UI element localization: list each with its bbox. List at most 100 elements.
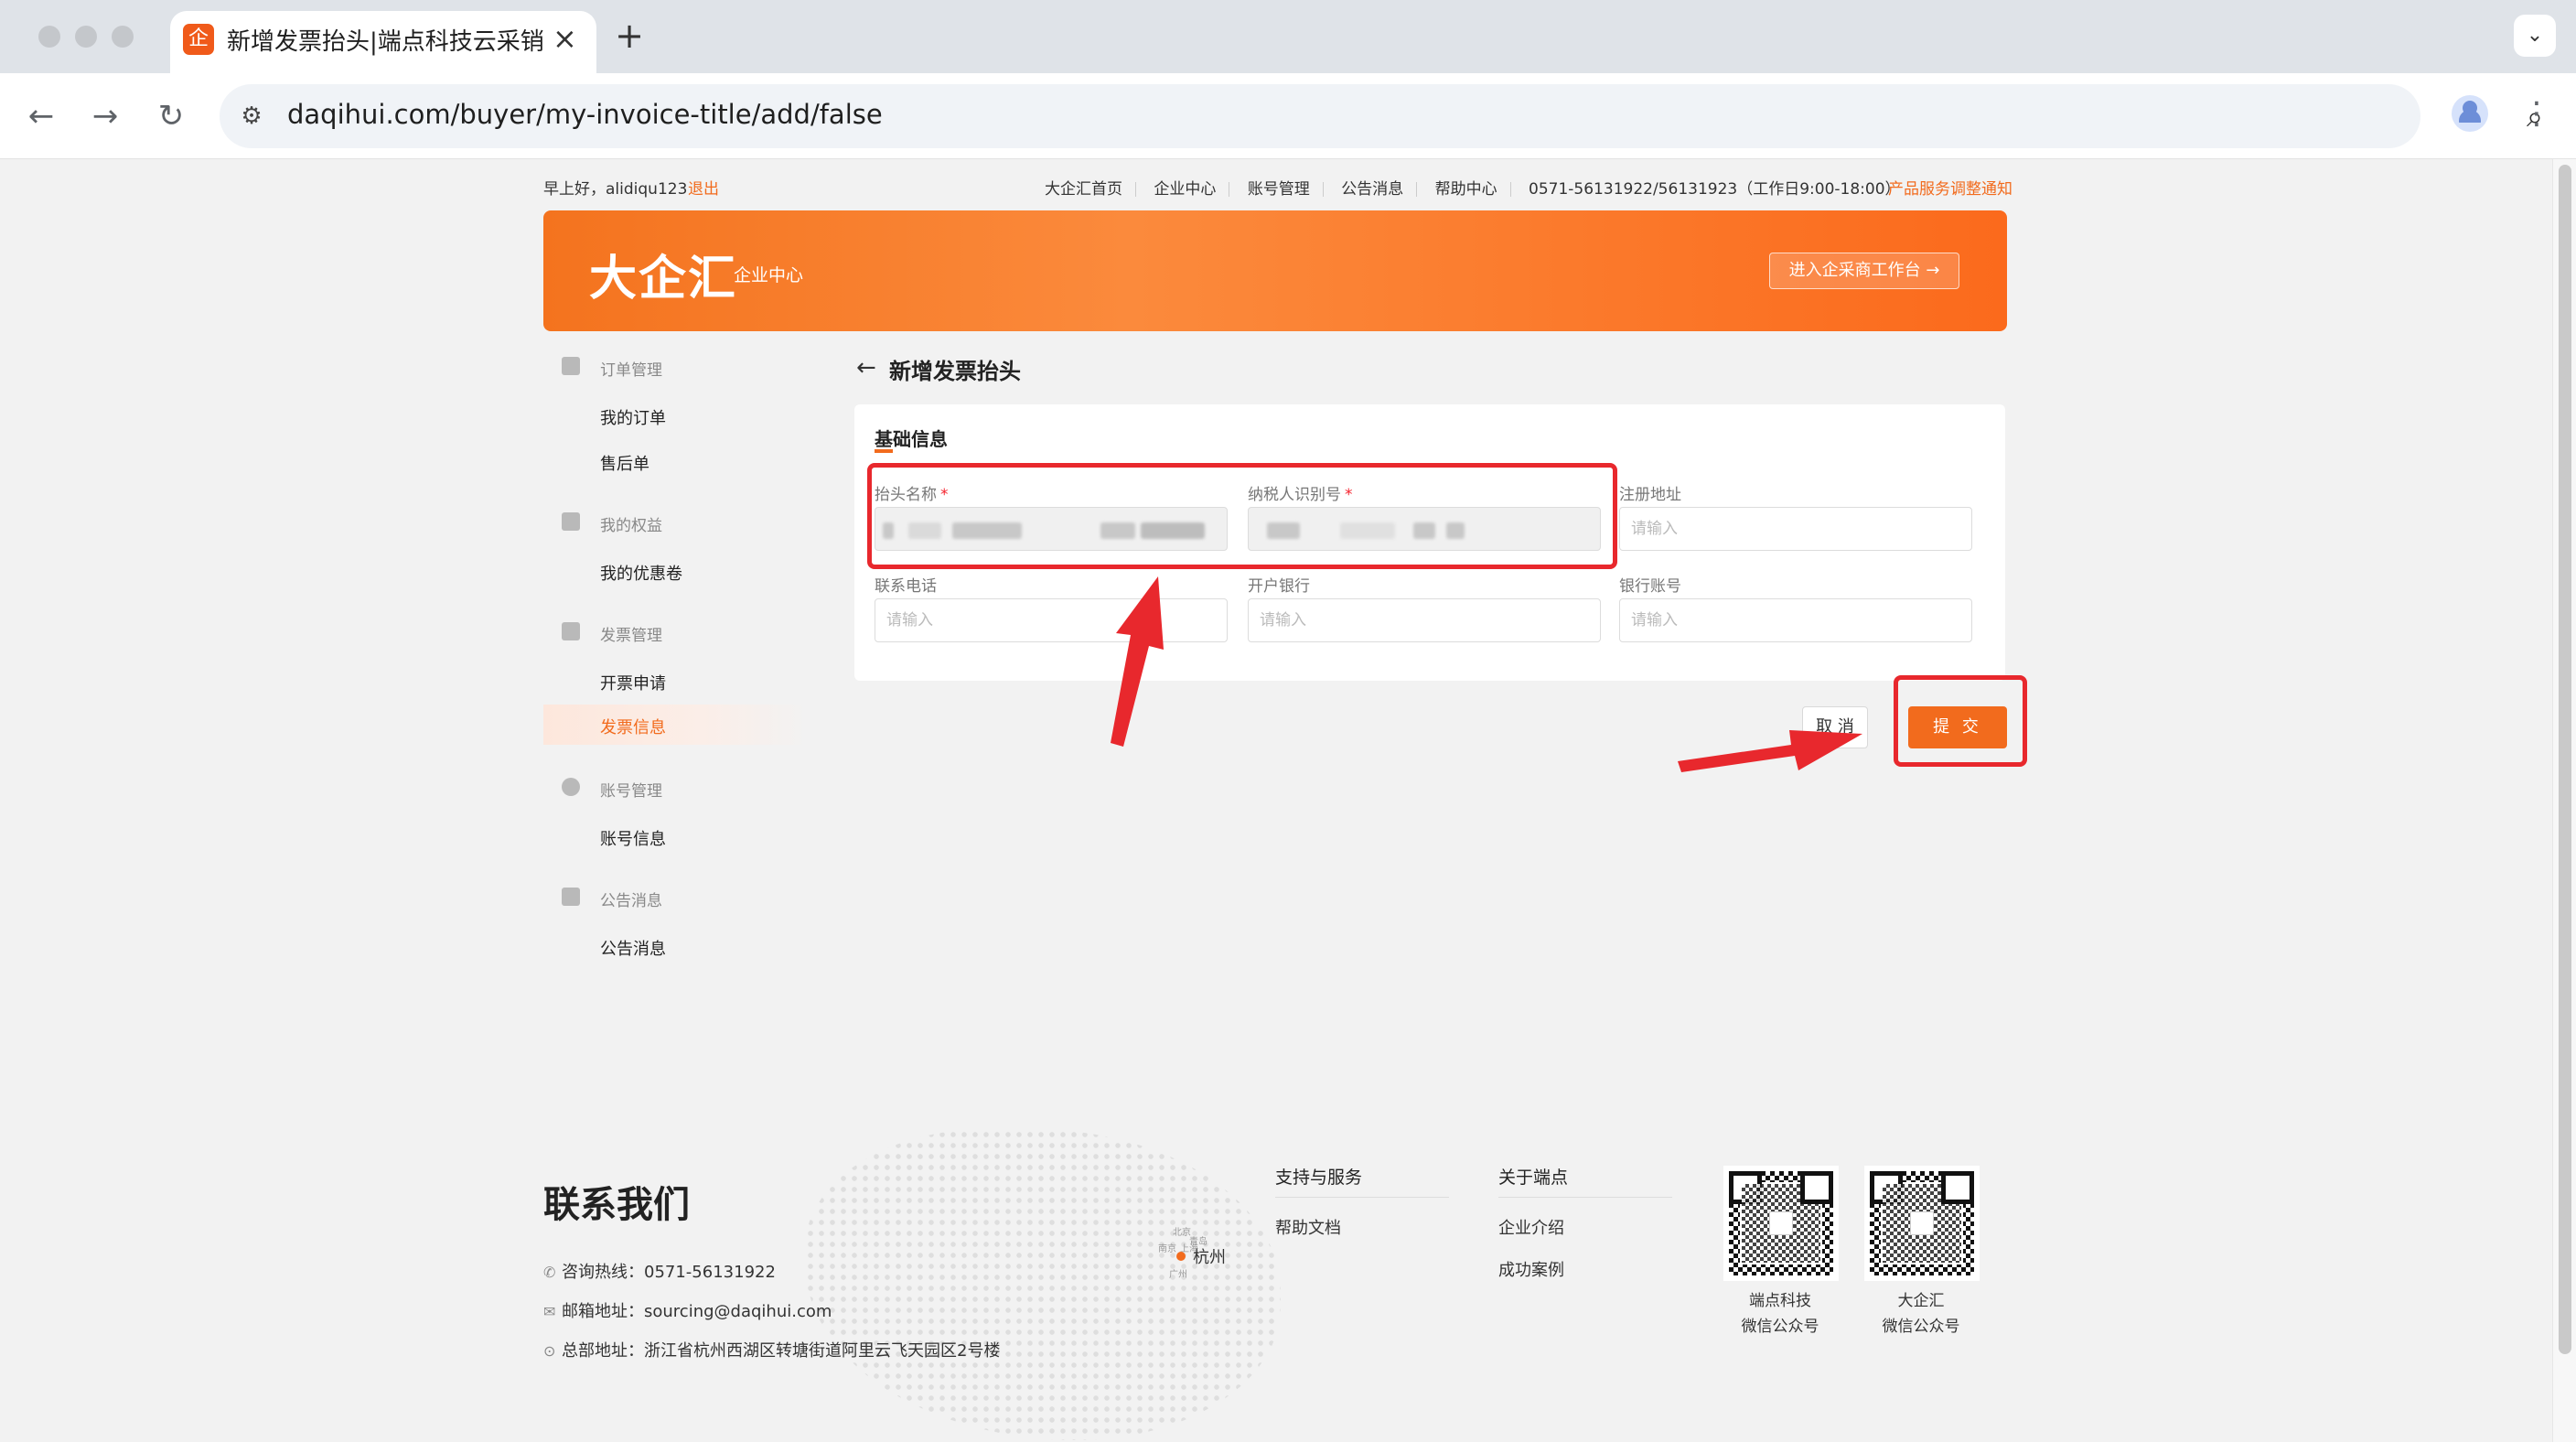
highlight-box-submit	[1894, 675, 2027, 767]
sidebar-group-label: 发票管理	[600, 627, 662, 645]
sidebar-group-invoices: 发票管理	[543, 613, 809, 650]
logout-link[interactable]: 退出	[688, 176, 719, 199]
brand-logo[interactable]: 大企汇	[589, 240, 737, 308]
top-link-notices[interactable]: 公告消息	[1341, 180, 1403, 199]
scrollbar-thumb[interactable]	[2559, 165, 2571, 1354]
browser-toolbar: ← → ↻ ⚙ daqihui.com/buyer/my-invoice-tit…	[0, 73, 2576, 159]
qr-code-duandian	[1723, 1166, 1839, 1281]
window-close-control[interactable]	[38, 26, 60, 48]
tab-search-chevron-icon[interactable]: ⌄	[2514, 15, 2556, 57]
page-title: 新增发票抬头	[889, 359, 1021, 384]
help-docs-link[interactable]: 帮助文档	[1275, 1215, 1341, 1239]
top-info-bar: 早上好，alidiqu123 退出 大企汇首页 企业中心 账号管理 公告消息 帮…	[543, 172, 2012, 199]
annotation-arrows	[1111, 576, 1862, 772]
contact-email: ✉ 邮箱地址：sourcing@daqihui.com	[543, 1302, 832, 1321]
sidebar-item-label: 公告消息	[600, 940, 666, 959]
window-minimize-control[interactable]	[75, 26, 97, 48]
sidebar-group-account: 账号管理	[543, 769, 809, 805]
enter-workbench-button[interactable]: 进入企采商工作台 →	[1769, 253, 1959, 289]
reg-address-label: 注册地址	[1619, 486, 1681, 504]
window-maximize-control[interactable]	[112, 26, 134, 48]
section-title: 基础信息	[875, 425, 948, 453]
sidebar-item-coupons[interactable]: 我的优惠卷	[543, 551, 809, 591]
bank-account-label: 银行账号	[1619, 577, 1681, 596]
sidebar-group-notices: 公告消息	[543, 878, 809, 915]
sidebar-item-after-sales[interactable]: 售后单	[543, 441, 809, 481]
url-text[interactable]: daqihui.com/buyer/my-invoice-title/add/f…	[287, 99, 883, 130]
enterprise-banner: 大企汇 企业中心 进入企采商工作台 →	[543, 210, 2007, 331]
qr-caption-duandian: 端点科技 微信公众号	[1741, 1292, 1819, 1336]
tab-title: 新增发票抬头|端点科技云采销	[227, 28, 544, 56]
top-link-help[interactable]: 帮助中心	[1435, 180, 1497, 199]
sidebar-group-benefits: 我的权益	[543, 503, 809, 540]
hangzhou-location-dot	[1176, 1252, 1186, 1261]
browser-tab-active[interactable]: 企 新增发票抬头|端点科技云采销 ×	[170, 11, 596, 73]
sidebar-item-label: 售后单	[600, 455, 649, 474]
sidebar-item-label: 我的优惠卷	[600, 565, 682, 584]
contact-hotline: ✆ 咨询热线：0571-56131922	[543, 1263, 776, 1282]
divider	[1275, 1197, 1449, 1198]
sidebar-group-label: 公告消息	[600, 892, 662, 910]
web-page: 早上好，alidiqu123 退出 大企汇首页 企业中心 账号管理 公告消息 帮…	[0, 159, 2552, 1442]
sidebar-item-invoice-request[interactable]: 开票申请	[543, 661, 809, 701]
contact-us-title: 联系我们	[543, 1184, 690, 1226]
top-hotline: 0571-56131922/56131923（工作日9:00-18:00）	[1529, 180, 1901, 199]
about-column-title: 关于端点	[1498, 1168, 1569, 1188]
address-bar[interactable]: ⚙ daqihui.com/buyer/my-invoice-title/add…	[220, 84, 2543, 148]
back-arrow-icon[interactable]: ←	[856, 353, 876, 382]
site-favicon-icon: 企	[183, 24, 214, 55]
map-city-label: 北京	[1173, 1228, 1191, 1238]
top-link-account[interactable]: 账号管理	[1248, 180, 1310, 199]
world-map-graphic	[805, 1129, 1281, 1440]
bank-input[interactable]	[1248, 598, 1601, 642]
user-icon	[562, 778, 580, 796]
sidebar-item-my-orders[interactable]: 我的订单	[543, 395, 809, 436]
cancel-button[interactable]: 取 消	[1802, 706, 1868, 748]
map-city-hangzhou: 杭州	[1193, 1248, 1226, 1267]
service-notice-link[interactable]: 产品服务调整通知	[1888, 176, 2012, 199]
site-info-icon[interactable]: ⚙	[236, 101, 267, 132]
reg-address-input[interactable]	[1619, 507, 1972, 551]
sidebar-item-label: 我的订单	[600, 409, 666, 428]
new-tab-icon[interactable]: +	[609, 16, 649, 57]
top-link-enterprise[interactable]: 企业中心	[1154, 180, 1216, 199]
profile-avatar-icon[interactable]	[2452, 95, 2488, 132]
bank-account-input[interactable]	[1619, 598, 1972, 642]
greeting-text: 早上好，alidiqu123	[543, 180, 688, 199]
forward-arrow-icon[interactable]: →	[82, 93, 128, 139]
order-icon	[562, 357, 580, 375]
highlight-box-required-fields	[867, 463, 1617, 569]
top-links: 大企汇首页 企业中心 账号管理 公告消息 帮助中心 0571-56131922/…	[1045, 176, 1901, 199]
map-city-label: 广州	[1169, 1270, 1187, 1280]
sidebar-group-label: 我的权益	[600, 517, 662, 535]
invoice-icon	[562, 622, 580, 640]
sidebar-item-invoice-info[interactable]: 发票信息	[543, 705, 809, 745]
sidebar-group-label: 订单管理	[600, 361, 662, 380]
gift-icon	[562, 512, 580, 531]
browser-menu-icon[interactable]: ⋮	[2521, 91, 2552, 135]
reload-icon[interactable]: ↻	[148, 93, 194, 139]
top-link-home[interactable]: 大企汇首页	[1045, 180, 1122, 199]
tab-close-icon[interactable]: ×	[553, 20, 577, 57]
divider	[1498, 1197, 1672, 1198]
banner-subtitle: 企业中心	[734, 265, 804, 285]
sidebar-item-account-info[interactable]: 账号信息	[543, 816, 809, 856]
sidebar-group-label: 账号管理	[600, 782, 662, 801]
page-scrollbar[interactable]	[2552, 159, 2576, 1442]
contact-address: ⊙ 总部地址：浙江省杭州西湖区转塘街道阿里云飞天园区2号楼	[543, 1341, 1001, 1361]
company-intro-link[interactable]: 企业介绍	[1498, 1215, 1564, 1239]
sidebar-item-label: 账号信息	[600, 830, 666, 849]
phone-input[interactable]	[875, 598, 1228, 642]
sidebar: 订单管理 我的订单 售后单 我的权益 我的优惠卷 发票管理 开票申请 发票信息 …	[543, 340, 809, 1127]
location-pin-icon: ⊙	[543, 1342, 556, 1360]
bank-label: 开户银行	[1248, 577, 1310, 596]
sidebar-item-notices[interactable]: 公告消息	[543, 926, 809, 966]
success-cases-link[interactable]: 成功案例	[1498, 1257, 1564, 1281]
qr-caption-daqihui: 大企汇 微信公众号	[1882, 1292, 1960, 1336]
back-arrow-icon[interactable]: ←	[18, 93, 64, 139]
phone-icon: ✆	[543, 1264, 556, 1281]
sidebar-item-label: 开票申请	[600, 674, 666, 694]
sidebar-item-label: 发票信息	[600, 718, 666, 737]
qr-code-daqihui	[1864, 1166, 1980, 1281]
support-column-title: 支持与服务	[1275, 1168, 1363, 1188]
